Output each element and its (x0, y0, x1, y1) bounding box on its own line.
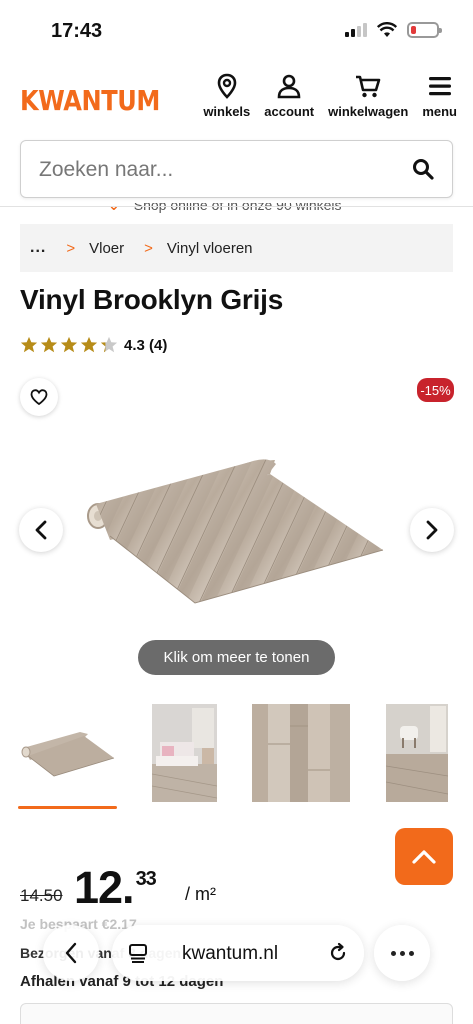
browser-url: kwantum.nl (182, 943, 279, 964)
status-bar: 17:43 (0, 0, 473, 60)
product-title: Vinyl Brooklyn Grijs (20, 284, 284, 315)
chevron-down-icon: ⌄ (108, 203, 120, 213)
chevron-right-icon (426, 520, 438, 540)
header-nav: winkels account winkelwagen menu (203, 72, 457, 119)
search-bar (20, 140, 453, 198)
chevron-up-icon (412, 849, 436, 864)
user-icon (277, 74, 301, 99)
thumbnail-roll[interactable] (18, 704, 116, 802)
chevron-left-icon (65, 942, 77, 964)
nav-account[interactable]: account (264, 72, 314, 119)
product-rating[interactable]: 4.3 (4) (20, 336, 167, 354)
thumbnail-strip (0, 704, 473, 814)
image-next-button[interactable] (410, 508, 454, 552)
browser-back-button[interactable] (43, 925, 99, 981)
old-price: 14.50 (20, 886, 63, 905)
browser-address-bar[interactable]: kwantum.nl (112, 925, 364, 981)
nav-menu[interactable]: menu (422, 72, 457, 119)
chevron-left-icon (35, 520, 47, 540)
thumbnail-texture[interactable] (252, 704, 350, 802)
browser-more-button[interactable] (374, 925, 430, 981)
breadcrumb-item-vloer[interactable]: Vloer (89, 240, 124, 257)
divider (0, 206, 473, 207)
breadcrumb-item-vinyl-vloeren[interactable]: Vinyl vloeren (167, 240, 253, 257)
usp-text: Shop online of in onze 90 winkels (133, 203, 342, 213)
options-box[interactable] (20, 1003, 453, 1024)
thumbnail-livingroom[interactable] (386, 704, 448, 802)
discount-badge: -15% (417, 378, 454, 402)
dot (408, 950, 414, 956)
nav-label: winkels (203, 104, 251, 119)
breadcrumb: ... > Vloer > Vinyl vloeren (20, 224, 453, 272)
scroll-top-button[interactable] (395, 828, 453, 885)
hamburger-icon (428, 77, 451, 96)
product-image[interactable] (80, 440, 400, 620)
dot (399, 950, 405, 956)
nav-winkels[interactable]: winkels (203, 72, 250, 119)
breadcrumb-ellipsis[interactable]: ... (30, 239, 46, 257)
battery-icon (407, 22, 442, 38)
status-time: 17:43 (51, 20, 103, 42)
heart-icon (30, 389, 48, 405)
chevron-right-icon: > (144, 239, 153, 257)
star-partial-icon (100, 336, 118, 353)
favorite-button[interactable] (20, 378, 58, 416)
image-prev-button[interactable] (19, 508, 63, 552)
wifi-icon (377, 22, 397, 37)
nav-label: winkelwagen (328, 104, 409, 119)
current-price: 12. 33 (74, 862, 157, 914)
reload-icon[interactable] (326, 941, 350, 965)
show-more-tooltip[interactable]: Klik om meer te tonen (138, 640, 335, 675)
location-pin-icon (217, 73, 237, 99)
price-main: 12. (74, 862, 135, 913)
nav-label: menu (422, 104, 457, 119)
signal-icon (345, 23, 367, 37)
price-unit: / m² (185, 884, 216, 904)
rating-text: 4.3 (4) (124, 336, 168, 354)
thumbnail-active-indicator (18, 806, 117, 809)
chevron-right-icon: > (66, 239, 76, 257)
star-full-icon (60, 336, 78, 353)
star-full-icon (80, 336, 98, 353)
kwantum-logo[interactable]: KWANTUM (20, 84, 160, 117)
nav-label: account (264, 104, 315, 119)
cart-icon (356, 75, 381, 98)
star-full-icon (20, 336, 38, 353)
nav-winkelwagen[interactable]: winkelwagen (328, 72, 408, 119)
site-header: KWANTUM winkels account winkelwagen menu (0, 72, 473, 128)
search-icon[interactable] (412, 158, 434, 180)
dot (390, 950, 396, 956)
search-input[interactable] (39, 155, 399, 185)
thumbnail-bedroom[interactable] (152, 704, 217, 802)
price-cents: 33 (135, 868, 157, 890)
star-full-icon (40, 336, 58, 353)
tabs-icon[interactable] (128, 943, 148, 963)
